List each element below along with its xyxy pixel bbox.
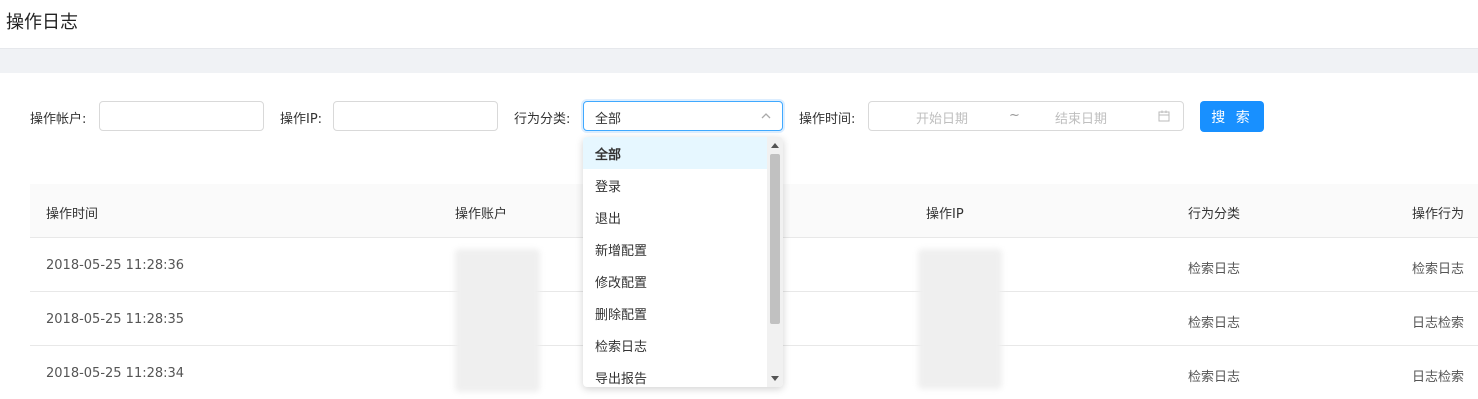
dropdown-option-label: 导出报告 (595, 372, 648, 387)
date-range-picker[interactable]: 开始日期 ~ 结束日期 (868, 101, 1184, 131)
dropdown-option-delete-config[interactable]: 删除配置 (583, 297, 767, 329)
scroll-down-arrow-icon[interactable] (771, 376, 779, 381)
dropdown-option-export-report[interactable]: 导出报告 (583, 361, 767, 387)
cell-action: 日志检索 (1412, 370, 1465, 385)
scroll-up-arrow-icon[interactable] (771, 143, 779, 148)
start-date-input[interactable]: 开始日期 (916, 108, 968, 127)
cell-action: 检索日志 (1412, 262, 1465, 277)
page-title: 操作日志 (6, 12, 78, 33)
column-header-category[interactable]: 行为分类 (1188, 203, 1240, 222)
chevron-up-icon (761, 113, 771, 119)
category-select-value: 全部 (595, 112, 622, 127)
cell-time: 2018-05-25 11:28:36 (46, 258, 185, 273)
dropdown-option-all[interactable]: 全部 (583, 137, 767, 169)
calendar-icon (1158, 110, 1170, 122)
dropdown-option-logout[interactable]: 退出 (583, 201, 767, 233)
cell-category: 检索日志 (1188, 262, 1241, 277)
scrollbar-thumb[interactable] (770, 154, 780, 324)
date-range-separator: ~ (1009, 108, 1020, 123)
ip-input[interactable] (333, 101, 498, 131)
dropdown-option-label: 新增配置 (595, 244, 648, 259)
cell-category: 检索日志 (1188, 316, 1241, 331)
dropdown-option-label: 全部 (595, 148, 622, 163)
cell-time: 2018-05-25 11:28:35 (46, 312, 185, 327)
dropdown-option-search-log[interactable]: 检索日志 (583, 329, 767, 361)
column-header-account[interactable]: 操作账户 (455, 203, 507, 222)
dropdown-option-label: 删除配置 (595, 308, 648, 323)
dropdown-option-label: 登录 (595, 180, 622, 195)
search-button[interactable]: 搜 索 (1200, 101, 1264, 132)
dropdown-option-add-config[interactable]: 新增配置 (583, 233, 767, 265)
cell-time: 2018-05-25 11:28:34 (46, 366, 185, 381)
account-input[interactable] (99, 101, 264, 131)
dropdown-option-login[interactable]: 登录 (583, 169, 767, 201)
cell-category: 检索日志 (1188, 370, 1241, 385)
category-select[interactable]: 全部 (583, 101, 783, 131)
ip-filter-label: 操作IP: (280, 112, 323, 127)
column-header-time[interactable]: 操作时间 (46, 203, 98, 222)
end-date-input[interactable]: 结束日期 (1055, 108, 1107, 127)
redacted-account-cells (455, 249, 540, 392)
time-filter-label: 操作时间: (799, 112, 856, 127)
dropdown-option-label: 退出 (595, 212, 622, 227)
category-dropdown-menu: 全部 登录 退出 新增配置 修改配置 删除配置 检索日志 导出报告 (583, 137, 783, 387)
redacted-ip-cells (918, 249, 1002, 389)
dropdown-scrollbar[interactable] (767, 137, 783, 387)
dropdown-option-label: 修改配置 (595, 276, 648, 291)
column-header-ip[interactable]: 操作IP (926, 203, 964, 222)
page-header: 操作日志 (0, 0, 1478, 49)
category-filter-label: 行为分类: (514, 112, 571, 127)
header-divider-band (0, 49, 1478, 73)
dropdown-option-label: 检索日志 (595, 340, 648, 355)
dropdown-option-edit-config[interactable]: 修改配置 (583, 265, 767, 297)
cell-action: 日志检索 (1412, 316, 1465, 331)
account-filter-label: 操作帐户: (30, 112, 87, 127)
column-header-action[interactable]: 操作行为 (1412, 203, 1464, 222)
